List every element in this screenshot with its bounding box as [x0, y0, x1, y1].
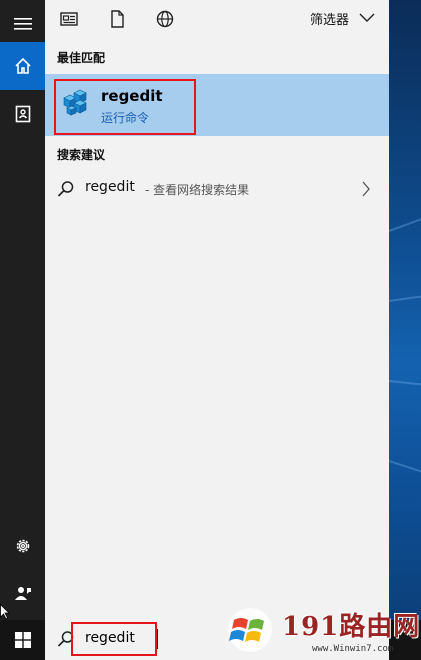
taskbar: regedit	[0, 620, 421, 660]
app-type: 运行命令	[101, 111, 150, 125]
filter-dropdown-label[interactable]: 筛选器	[310, 9, 349, 28]
suggestion-term: regedit	[85, 179, 135, 195]
search-icon	[57, 181, 74, 197]
notebook-button[interactable]	[0, 90, 45, 138]
hamburger-menu-button[interactable]	[0, 0, 45, 48]
news-icon[interactable]	[59, 9, 79, 29]
desktop-background	[389, 0, 421, 660]
list-item[interactable]: regedit - 查看网络搜索结果	[45, 170, 389, 208]
filter-bar: 筛选器	[45, 0, 389, 38]
mouse-cursor-icon	[0, 604, 10, 620]
app-name: regedit	[101, 87, 163, 105]
hamburger-icon	[13, 18, 32, 30]
text-caret	[157, 629, 158, 649]
registry-editor-icon	[63, 89, 87, 116]
notebook-icon	[15, 105, 30, 123]
start-menu-rail	[0, 0, 45, 660]
search-results-panel: 筛选器 最佳匹配 regedit 运行命令 搜索建议 regedit - 查看网…	[45, 0, 389, 620]
search-icon	[57, 631, 74, 647]
feedback-icon	[14, 587, 31, 600]
best-match-heading: 最佳匹配	[57, 51, 106, 65]
best-match-result[interactable]: regedit 运行命令	[45, 74, 389, 136]
home-button[interactable]	[0, 42, 45, 90]
search-input[interactable]: regedit	[85, 630, 135, 646]
suggestion-hint: - 查看网络搜索结果	[145, 183, 250, 197]
globe-icon[interactable]	[155, 9, 175, 29]
chevron-down-icon[interactable]	[359, 11, 375, 23]
home-icon	[14, 57, 31, 74]
search-box[interactable]: regedit	[45, 620, 389, 660]
windows-logo-icon	[14, 632, 31, 648]
settings-button[interactable]	[0, 522, 45, 570]
search-suggestions-heading: 搜索建议	[57, 148, 106, 162]
chevron-right-icon[interactable]	[361, 181, 371, 197]
document-icon[interactable]	[107, 9, 127, 29]
start-button[interactable]	[0, 620, 45, 660]
gear-icon	[16, 539, 29, 553]
